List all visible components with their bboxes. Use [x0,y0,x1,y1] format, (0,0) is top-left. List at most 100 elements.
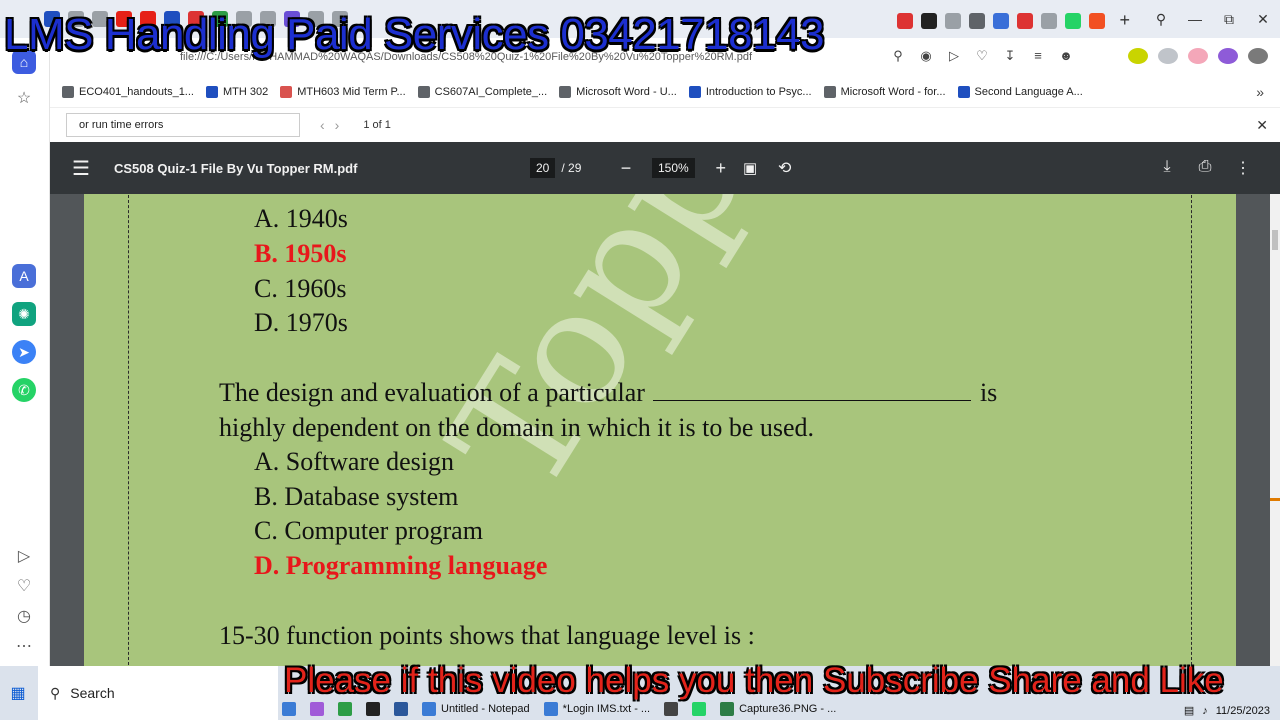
taskbar-app-notepad[interactable]: Untitled - Notepad [422,702,530,716]
volume-icon[interactable]: ♪ [1202,705,1208,717]
microsoft-tab-icon[interactable] [1089,12,1106,29]
zoom-level[interactable]: 150% [652,158,695,178]
taskbar-search[interactable]: ⚲ Search [38,666,278,720]
pdf-page: Topper RM A. 1940s B. 1950s C. 1960s D. … [84,194,1236,666]
network-icon[interactable]: ▤ [1184,704,1194,717]
restore-icon[interactable]: ⧉ [1212,11,1246,28]
history-icon[interactable]: ◷ [13,606,35,628]
more-options-icon[interactable]: ⋮ [1224,158,1262,178]
extension-icon[interactable] [1188,48,1208,64]
pdf-tab-icon[interactable] [897,12,914,29]
pdf-document-area[interactable]: Topper RM A. 1940s B. 1950s C. 1960s D. … [50,194,1270,666]
bookmark-label: MTH 302 [222,85,269,98]
bookmark-icon [62,85,74,98]
whatsapp-icon[interactable] [692,702,707,716]
q2-option-b: B. Database system [254,482,458,512]
taskbar-app-capture[interactable]: Capture36.PNG - ... [720,702,836,716]
player-icon[interactable]: ▷ [13,546,35,568]
system-tray: ▤ ♪ 11/25/2023 [1176,704,1270,718]
bookmark-item[interactable]: MTH 302 [205,85,269,98]
pdf-tab-icon[interactable] [1017,12,1034,29]
amazon-tab-icon[interactable] [921,12,938,29]
screen: + ⚲ — ⧉ ✕ ⌂ ☆ A ✺ ➤ ✆ ▷ ♡ ◷ ⋯ file:///C:… [0,0,1280,720]
pc-icon[interactable] [366,702,380,716]
bookmark-icon [559,85,572,98]
code-tab-icon[interactable] [993,12,1010,29]
zoom-in-button[interactable]: + [709,158,733,179]
menu-icon[interactable]: ☰ [72,156,96,181]
profile-icon[interactable]: ☻ [1052,48,1080,64]
overlay-top-banner: LMS Handling Paid Services 03421718143 [4,10,825,59]
taskbar-app-login-ims[interactable]: *Login IMS.txt - ... [543,702,650,716]
bookmark-item[interactable]: CS607AI_Complete_... [417,85,548,98]
option-letter: C. [254,516,278,545]
bookmarks-overflow-icon[interactable]: » [1256,84,1264,100]
app-icon[interactable] [664,702,679,716]
heart-icon[interactable]: ♡ [13,576,35,598]
option-text: 1970s [285,308,348,337]
page-scrollbar[interactable] [1270,194,1280,666]
bookmark-item[interactable]: ECO401_handouts_1... [62,85,194,98]
find-result-count: 1 of 1 [363,119,391,131]
star-icon[interactable]: ☆ [13,88,35,110]
whatsapp-tab-icon[interactable] [1065,12,1082,29]
download-icon[interactable]: ↧ [996,48,1024,64]
find-nav-arrows[interactable]: ‹› [320,117,349,133]
chatgpt-icon[interactable]: ✺ [12,302,36,326]
extension-icon[interactable] [1128,48,1148,64]
task-view-icon[interactable] [282,702,296,716]
bookmark-label: Introduction to Psyc... [705,85,812,98]
globe-icon[interactable] [1158,48,1178,64]
search-tabs-icon[interactable]: ⚲ [1144,11,1178,28]
close-window-icon[interactable]: ✕ [1246,11,1280,28]
tab-favicon-icon[interactable] [945,12,962,29]
word-icon[interactable] [394,702,408,716]
windows-start-icon[interactable]: ▦ [2,683,34,703]
tab-favicon-icon[interactable] [1041,12,1058,29]
q2-line-1: The design and evaluation of a particula… [219,378,997,408]
rotate-icon[interactable]: ⟲ [778,158,791,178]
notepad-icon [422,702,436,716]
bookmark-item[interactable]: MTH603 Mid Term P... [280,85,406,98]
minimize-icon[interactable]: — [1178,11,1212,27]
play-icon[interactable]: ▷ [940,48,968,64]
find-input[interactable]: or run time errors [66,113,300,137]
answer-blank [653,381,972,401]
fit-page-icon[interactable]: ▣ [743,159,757,177]
more-icon[interactable]: ⋯ [13,636,35,658]
new-tab-button[interactable]: + [1119,10,1130,31]
q2-text-after: is [979,378,998,407]
page-total: / 29 [561,161,582,175]
paint-icon[interactable] [310,702,324,716]
aria-icon[interactable]: A [12,264,36,288]
scrollbar-thumb[interactable] [1272,230,1278,250]
camera-icon[interactable]: ◉ [912,48,940,64]
q1-option-a: A. 1940s [254,204,348,234]
extension-icon[interactable] [1218,48,1238,64]
whatsapp-icon[interactable]: ✆ [12,378,36,402]
bookmark-label: Second Language A... [974,85,1083,98]
option-text: 1960s [284,274,347,303]
zoom-icon[interactable]: ⚲ [884,48,912,64]
print-icon[interactable]: ⎙ [1186,158,1224,178]
tab-favicon-icon[interactable] [969,12,986,29]
close-find-icon[interactable]: ✕ [1256,117,1268,134]
bookmark-item[interactable]: Second Language A... [957,85,1083,98]
zoom-out-button[interactable]: − [614,158,638,179]
image-viewer-icon [720,702,735,716]
extension-icon[interactable] [1248,48,1268,64]
app-icon[interactable] [338,702,352,716]
bookmark-item[interactable]: Introduction to Psyc... [688,85,812,98]
collections-icon[interactable]: ≡ [1024,48,1052,64]
bookmark-item[interactable]: Microsoft Word - U... [559,85,677,98]
pdf-title: CS508 Quiz-1 File By Vu Topper RM.pdf [114,160,358,176]
option-text: 1940s [285,204,348,233]
page-number-input[interactable]: 20 [530,158,556,178]
bookmark-label: CS607AI_Complete_... [434,85,548,98]
download-pdf-icon[interactable]: ⤓ [1148,158,1186,178]
option-text: 1950s [284,239,347,268]
bookmark-item[interactable]: Microsoft Word - for... [823,85,946,98]
favorite-icon[interactable]: ♡ [968,48,996,64]
clock-date[interactable]: 11/25/2023 [1216,705,1270,717]
messenger-icon[interactable]: ➤ [12,340,36,364]
